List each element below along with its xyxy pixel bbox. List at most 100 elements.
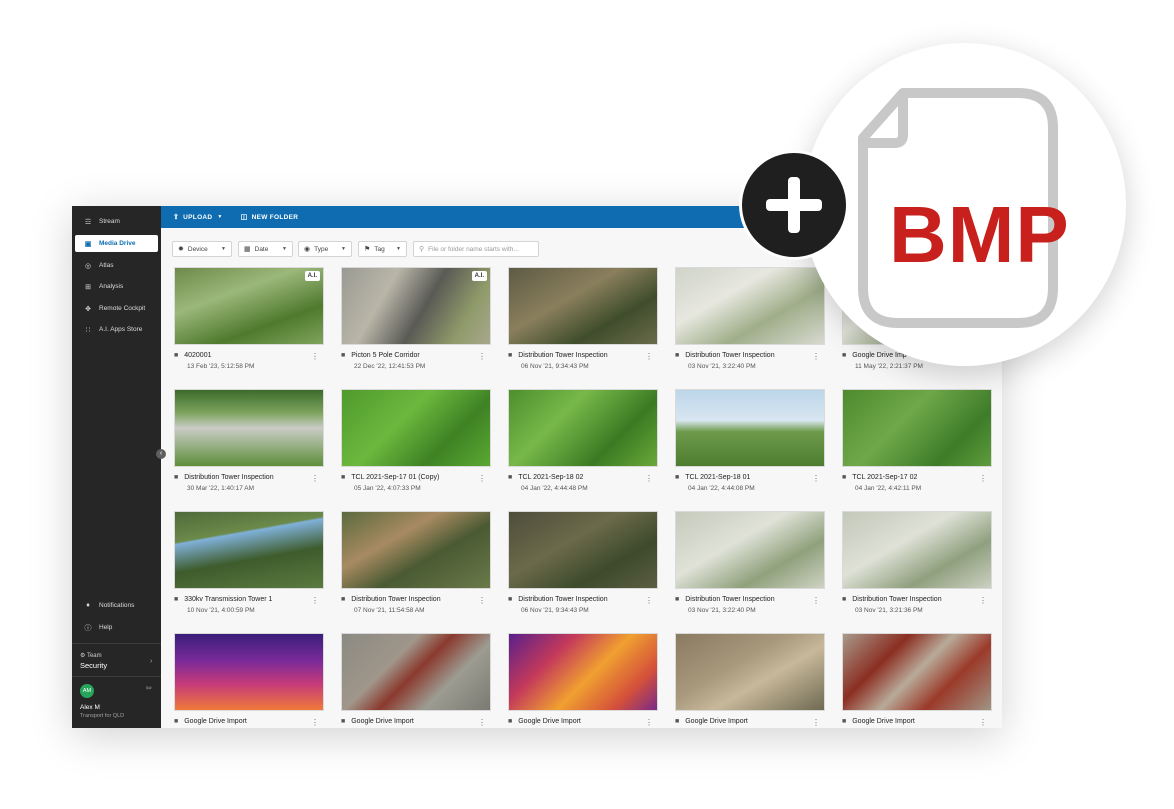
more-options-icon[interactable]: ⋮ bbox=[645, 352, 653, 361]
more-options-icon[interactable]: ⋮ bbox=[311, 596, 319, 605]
media-card-title-row: ■ TCL 2021-Sep-18 01 bbox=[675, 474, 750, 481]
media-card-date: 30 Mar '22, 1:40:17 AM bbox=[187, 485, 255, 492]
media-card-title: TCL 2021-Sep-17 01 (Copy) bbox=[351, 474, 440, 481]
team-switcher[interactable]: ⚙ Team Security bbox=[80, 652, 107, 670]
media-card-title-row: ■ 4020001 bbox=[174, 352, 212, 359]
media-thumbnail[interactable] bbox=[675, 389, 825, 467]
media-thumbnail[interactable] bbox=[508, 633, 658, 711]
more-options-icon[interactable]: ⋮ bbox=[979, 596, 987, 605]
more-options-icon[interactable]: ⋮ bbox=[812, 718, 820, 727]
bmp-label: BMP bbox=[889, 190, 1070, 279]
sidebar-item-help[interactable]: ⓘ Help bbox=[75, 619, 158, 636]
sidebar-item-stream[interactable]: ☲ Stream bbox=[75, 213, 158, 230]
media-card[interactable]: ■ Google Drive Import ⋮ bbox=[173, 632, 325, 728]
sidebar-item-analysis[interactable]: ⊞ Analysis bbox=[75, 278, 158, 295]
chevron-down-icon: ▼ bbox=[221, 246, 226, 252]
more-options-icon[interactable]: ⋮ bbox=[311, 474, 319, 483]
sidebar-item-remote-cockpit[interactable]: ✥ Remote Cockpit bbox=[75, 300, 158, 317]
more-options-icon[interactable]: ⋮ bbox=[478, 352, 486, 361]
tag-filter[interactable]: ⚑ Tag ▼ bbox=[358, 241, 407, 257]
date-filter[interactable]: ▦ Date ▼ bbox=[238, 241, 293, 257]
media-card-title-row: ■ Distribution Tower Inspection bbox=[508, 352, 608, 359]
more-options-icon[interactable]: ⋮ bbox=[812, 474, 820, 483]
new-folder-icon: ◫ bbox=[240, 214, 248, 221]
more-options-icon[interactable]: ⋮ bbox=[645, 596, 653, 605]
more-options-icon[interactable]: ⋮ bbox=[478, 718, 486, 727]
media-card[interactable]: A.I. ■ 4020001 13 Feb '23, 5:12:58 PM ⋮ bbox=[173, 266, 325, 376]
logout-icon[interactable]: ⇰ bbox=[146, 684, 152, 692]
media-thumbnail[interactable]: A.I. bbox=[174, 267, 324, 345]
media-card-title-row: ■ Distribution Tower Inspection bbox=[508, 596, 608, 603]
media-card[interactable]: ■ Google Drive Import ⋮ bbox=[340, 632, 492, 728]
media-thumbnail[interactable]: A.I. bbox=[341, 267, 491, 345]
more-options-icon[interactable]: ⋮ bbox=[979, 474, 987, 483]
upload-button[interactable]: ⇪ UPLOAD ▼ bbox=[173, 213, 223, 222]
media-thumbnail[interactable] bbox=[508, 267, 658, 345]
media-card-title: Google Drive Import bbox=[852, 718, 915, 725]
team-name: Security bbox=[80, 661, 108, 670]
sidebar-item-media-drive[interactable]: ▣ Media Drive bbox=[75, 235, 158, 252]
type-filter[interactable]: ◉ Type ▼ bbox=[298, 241, 352, 257]
media-thumbnail[interactable] bbox=[341, 389, 491, 467]
sidebar-item-notifications[interactable]: ♦ Notifications bbox=[75, 597, 158, 614]
media-card-title-row: ■ TCL 2021-Sep-17 01 (Copy) bbox=[341, 474, 439, 481]
media-card[interactable]: ■ Google Drive Import ⋮ bbox=[674, 632, 826, 728]
media-card[interactable]: ■ Distribution Tower Inspection 03 Nov '21… bbox=[674, 510, 826, 620]
filter-label: Date bbox=[254, 245, 269, 253]
more-options-icon[interactable]: ⋮ bbox=[645, 718, 653, 727]
apps-grid-icon: ∷ bbox=[85, 326, 91, 334]
media-card-title-row: ■ Google Drive Import bbox=[842, 718, 915, 725]
avatar[interactable]: AM bbox=[80, 684, 94, 698]
media-thumbnail[interactable] bbox=[174, 633, 324, 711]
media-thumbnail[interactable] bbox=[675, 511, 825, 589]
divider bbox=[72, 676, 161, 677]
more-options-icon[interactable]: ⋮ bbox=[979, 718, 987, 727]
media-card[interactable]: ■ TCL 2021-Sep-17 02 04 Jan '22, 4:42:11 P… bbox=[841, 388, 993, 498]
media-thumbnail[interactable] bbox=[341, 511, 491, 589]
media-card[interactable]: ■ TCL 2021-Sep-18 01 04 Jan '22, 4:44:08 P… bbox=[674, 388, 826, 498]
more-options-icon[interactable]: ⋮ bbox=[645, 474, 653, 483]
media-card-title-row: ■ Distribution Tower Inspection bbox=[675, 596, 775, 603]
more-options-icon[interactable]: ⋮ bbox=[478, 596, 486, 605]
media-card[interactable]: A.I. ■ Picton 5 Pole Corridor 22 Dec '22, 1… bbox=[340, 266, 492, 376]
media-thumbnail[interactable] bbox=[508, 511, 658, 589]
media-thumbnail[interactable] bbox=[842, 389, 992, 467]
media-thumbnail[interactable] bbox=[341, 633, 491, 711]
media-thumbnail[interactable] bbox=[675, 633, 825, 711]
more-options-icon[interactable]: ⋮ bbox=[812, 596, 820, 605]
sidebar-item-ai-apps-store[interactable]: ∷ A.I. Apps Store bbox=[75, 321, 158, 338]
media-thumbnail[interactable] bbox=[174, 511, 324, 589]
folder-icon: ■ bbox=[842, 474, 847, 481]
media-card[interactable]: ■ Distribution Tower Inspection 03 Nov '21… bbox=[841, 510, 993, 620]
media-thumbnail[interactable] bbox=[174, 389, 324, 467]
media-card[interactable]: ■ TCL 2021-Sep-17 01 (Copy) 05 Jan '22, 4:… bbox=[340, 388, 492, 498]
media-thumbnail[interactable] bbox=[508, 389, 658, 467]
media-thumbnail[interactable] bbox=[842, 511, 992, 589]
more-options-icon[interactable]: ⋮ bbox=[311, 352, 319, 361]
chevron-right-icon[interactable]: › bbox=[150, 658, 152, 665]
device-filter[interactable]: ✹ Device ▼ bbox=[172, 241, 232, 257]
media-card[interactable]: ■ TCL 2021-Sep-18 02 04 Jan '22, 4:44:48 P… bbox=[507, 388, 659, 498]
sidebar-item-atlas[interactable]: ◎ Atlas bbox=[75, 257, 158, 274]
media-card[interactable]: ■ 330kv Transmission Tower 1 10 Nov '21, 4… bbox=[173, 510, 325, 620]
search-input[interactable]: ⚲ File or folder name starts with... bbox=[413, 241, 539, 257]
collapse-sidebar-button[interactable]: ‹ bbox=[156, 449, 166, 459]
media-card-title: 4020001 bbox=[184, 352, 212, 359]
new-folder-button[interactable]: ◫ NEW FOLDER bbox=[240, 213, 299, 222]
more-options-icon[interactable]: ⋮ bbox=[311, 718, 319, 727]
folder-icon: ■ bbox=[842, 596, 847, 603]
media-card-title-row: ■ Distribution Tower Inspection bbox=[341, 596, 441, 603]
media-card[interactable]: ■ Google Drive Import ⋮ bbox=[507, 632, 659, 728]
media-card-title-row: ■ Distribution Tower Inspection bbox=[842, 596, 942, 603]
media-card-date: 03 Nov '21, 3:21:36 PM bbox=[855, 607, 923, 614]
media-card-date: 10 Nov '21, 4:00:59 PM bbox=[187, 607, 255, 614]
new-folder-label: NEW FOLDER bbox=[251, 213, 299, 221]
folder-icon: ■ bbox=[341, 596, 346, 603]
media-card[interactable]: ■ Distribution Tower Inspection 06 Nov '21… bbox=[507, 266, 659, 376]
media-card[interactable]: ■ Google Drive Import ⋮ bbox=[841, 632, 993, 728]
media-thumbnail[interactable] bbox=[842, 633, 992, 711]
media-card[interactable]: ■ Distribution Tower Inspection 07 Nov '21… bbox=[340, 510, 492, 620]
media-card[interactable]: ■ Distribution Tower Inspection 30 Mar '22… bbox=[173, 388, 325, 498]
more-options-icon[interactable]: ⋮ bbox=[478, 474, 486, 483]
media-card[interactable]: ■ Distribution Tower Inspection 06 Nov '21… bbox=[507, 510, 659, 620]
